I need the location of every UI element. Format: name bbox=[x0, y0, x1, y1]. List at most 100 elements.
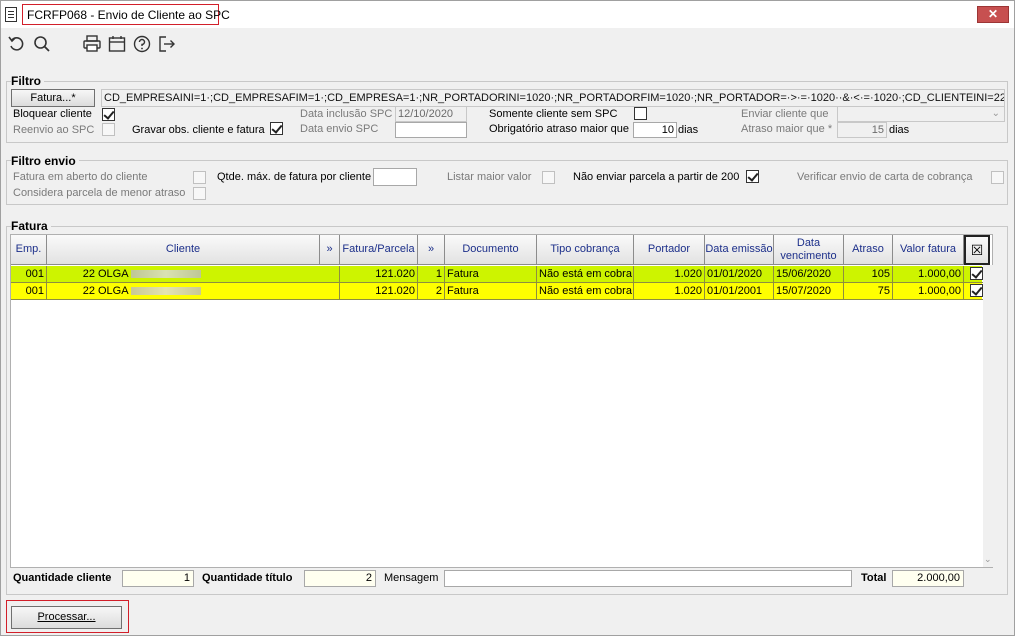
nao-enviar-parcela-checkbox[interactable] bbox=[746, 170, 759, 183]
col-tipo-cobranca[interactable]: Tipo cobrança bbox=[537, 235, 634, 265]
cell-emissao[interactable]: 01/01/2001 bbox=[705, 283, 774, 300]
atraso-maior-field[interactable]: 15 bbox=[837, 122, 887, 138]
atraso-maior-label: Atraso maior que * bbox=[741, 123, 833, 135]
cell-fatura[interactable]: 121.020 bbox=[340, 283, 418, 300]
print-icon[interactable] bbox=[82, 34, 102, 54]
fatura-aberto-checkbox[interactable] bbox=[193, 171, 206, 184]
col-emp[interactable]: Emp. bbox=[11, 235, 47, 265]
search-icon[interactable] bbox=[32, 34, 52, 54]
verificar-envio-checkbox[interactable] bbox=[991, 171, 1004, 184]
col-valor-fatura[interactable]: Valor fatura bbox=[893, 235, 964, 265]
qtd-cliente-label: Quantidade cliente bbox=[13, 572, 112, 584]
col-portador[interactable]: Portador bbox=[634, 235, 705, 265]
col-cliente[interactable]: Cliente bbox=[47, 235, 320, 265]
col-data-vencimento[interactable]: Data vencimento bbox=[774, 235, 844, 265]
listar-maior-label: Listar maior valor bbox=[447, 171, 532, 183]
exit-icon[interactable] bbox=[157, 34, 177, 54]
total-field: 2.000,00 bbox=[892, 570, 964, 587]
cell-parcela[interactable]: 1 bbox=[418, 266, 445, 283]
toolbar bbox=[1, 28, 1014, 64]
cell-vencimento[interactable]: 15/06/2020 bbox=[774, 266, 844, 283]
cell-documento[interactable]: Fatura bbox=[445, 283, 537, 300]
qtd-titulo-label: Quantidade título bbox=[202, 572, 293, 584]
col-data-emissao[interactable]: Data emissão bbox=[705, 235, 774, 265]
somente-sem-spc-label: Somente cliente sem SPC bbox=[489, 108, 618, 120]
grid-scrollbar[interactable]: ⌄ bbox=[983, 265, 993, 567]
cell-emp[interactable]: 001 bbox=[11, 283, 47, 300]
cell-vencimento[interactable]: 15/07/2020 bbox=[774, 283, 844, 300]
cell-fatura[interactable]: 121.020 bbox=[340, 266, 418, 283]
nao-enviar-parcela-label: Não enviar parcela a partir de 200 bbox=[573, 171, 740, 183]
col-documento[interactable]: Documento bbox=[445, 235, 537, 265]
cell-parcela[interactable]: 2 bbox=[418, 283, 445, 300]
row-checkbox[interactable] bbox=[970, 267, 983, 280]
fatura-grid: Emp. Cliente » Fatura/Parcela » Document… bbox=[10, 234, 993, 568]
close-button[interactable]: ✕ bbox=[977, 6, 1009, 23]
bloquear-cliente-checkbox[interactable] bbox=[102, 108, 115, 121]
cell-atraso[interactable]: 75 bbox=[844, 283, 893, 300]
enviar-cliente-select[interactable]: ⌄ bbox=[837, 106, 1005, 122]
considera-parcela-label: Considera parcela de menor atraso bbox=[13, 187, 186, 199]
fatura-aberto-label: Fatura em aberto do cliente bbox=[13, 171, 148, 183]
cell-valor[interactable]: 1.000,00 bbox=[893, 283, 964, 300]
total-label: Total bbox=[861, 572, 887, 584]
considera-parcela-checkbox[interactable] bbox=[193, 187, 206, 200]
somente-sem-spc-checkbox[interactable] bbox=[634, 107, 647, 120]
qtde-max-field[interactable] bbox=[373, 168, 417, 186]
fatura-filter-field[interactable]: CD_EMPRESAINI=1·;CD_EMPRESAFIM=1·;CD_EMP… bbox=[101, 89, 1005, 107]
gravar-obs-checkbox[interactable] bbox=[270, 122, 283, 135]
cliente-codigo: 22 bbox=[82, 268, 95, 280]
obrig-atraso-field[interactable]: 10 bbox=[633, 122, 677, 138]
data-inclusao-field[interactable]: 12/10/2020 bbox=[395, 106, 467, 122]
dias-label-1: dias bbox=[678, 124, 699, 136]
cell-cliente[interactable]: 22 OLGA bbox=[47, 283, 340, 300]
table-row[interactable]: 001 22 OLGA 121.020 1 Fatura Não está em cobr… bbox=[11, 266, 990, 283]
mensagem-label: Mensagem bbox=[384, 572, 439, 584]
help-icon[interactable] bbox=[132, 34, 152, 54]
expand-fatura-icon[interactable]: » bbox=[418, 235, 445, 265]
data-envio-field[interactable] bbox=[395, 122, 467, 138]
expand-cliente-icon[interactable]: » bbox=[320, 235, 340, 265]
cell-valor[interactable]: 1.000,00 bbox=[893, 266, 964, 283]
redacted-name bbox=[131, 270, 202, 279]
cell-atraso[interactable]: 105 bbox=[844, 266, 893, 283]
calendar-icon[interactable] bbox=[107, 34, 127, 54]
main-window: FCRFP068 - Envio de Cliente ao SPC ✕ Fil… bbox=[0, 0, 1015, 636]
cell-emissao[interactable]: 01/01/2020 bbox=[705, 266, 774, 283]
reenvio-spc-label: Reenvio ao SPC bbox=[13, 124, 95, 136]
gravar-obs-label: Gravar obs. cliente e fatura bbox=[132, 124, 265, 136]
chevron-down-icon: ⌄ bbox=[991, 108, 1000, 119]
col-atraso[interactable]: Atraso bbox=[844, 235, 893, 265]
cell-tipo[interactable]: Não está em cobra bbox=[537, 283, 634, 300]
listar-maior-checkbox[interactable] bbox=[542, 171, 555, 184]
cell-portador[interactable]: 1.020 bbox=[634, 266, 705, 283]
title-bar: FCRFP068 - Envio de Cliente ao SPC ✕ bbox=[1, 1, 1014, 28]
cliente-nome: OLGA bbox=[98, 268, 128, 280]
qtde-max-label: Qtde. máx. de fatura por cliente bbox=[217, 171, 372, 183]
qtd-titulo-field: 2 bbox=[304, 570, 376, 587]
reenvio-spc-checkbox[interactable] bbox=[102, 123, 115, 136]
cell-cliente[interactable]: 22 OLGA bbox=[47, 266, 340, 283]
cell-documento[interactable]: Fatura bbox=[445, 266, 537, 283]
col-fatura-parcela[interactable]: Fatura/Parcela bbox=[340, 235, 418, 265]
enviar-cliente-label: Enviar cliente que bbox=[741, 108, 829, 120]
dias-label-2: dias bbox=[889, 124, 910, 136]
row-checkbox[interactable] bbox=[970, 284, 983, 297]
fatura-button[interactable]: Fatura...* bbox=[11, 89, 95, 107]
cell-tipo[interactable]: Não está em cobra bbox=[537, 266, 634, 283]
processar-button[interactable]: Processar... bbox=[11, 606, 122, 629]
cell-emp[interactable]: 001 bbox=[11, 266, 47, 283]
table-row[interactable]: 001 22 OLGA 121.020 2 Fatura Não está em cobr… bbox=[11, 283, 990, 300]
select-all-icon[interactable]: ☒ bbox=[964, 235, 990, 265]
window-title: FCRFP068 - Envio de Cliente ao SPC bbox=[27, 8, 230, 22]
cliente-nome: OLGA bbox=[98, 285, 128, 297]
fatura-legend: Fatura bbox=[11, 219, 51, 233]
verificar-envio-label: Verificar envio de carta de cobrança bbox=[797, 171, 973, 183]
data-inclusao-label: Data inclusão SPC bbox=[300, 108, 393, 120]
refresh-icon[interactable] bbox=[7, 34, 27, 54]
mensagem-field[interactable] bbox=[444, 570, 852, 587]
document-icon bbox=[5, 7, 17, 22]
data-envio-label: Data envio SPC bbox=[300, 123, 379, 135]
scroll-down-icon[interactable]: ⌄ bbox=[984, 554, 992, 565]
cell-portador[interactable]: 1.020 bbox=[634, 283, 705, 300]
